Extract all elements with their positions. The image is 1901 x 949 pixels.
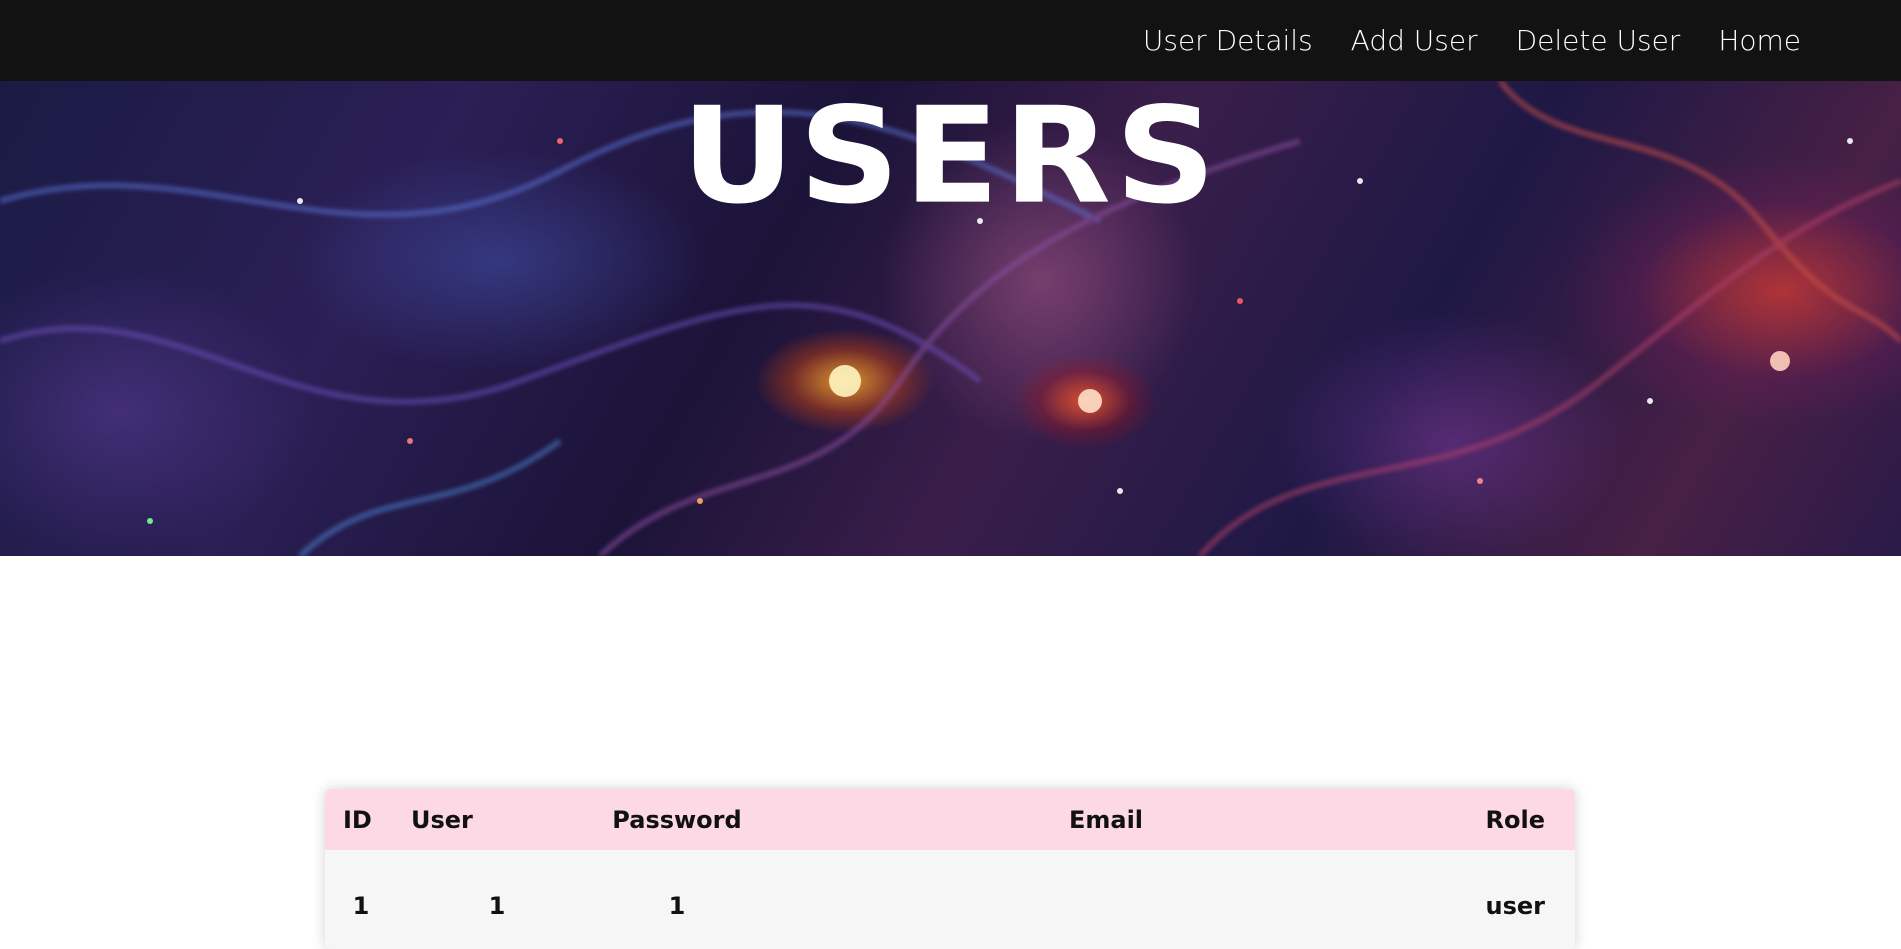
nav-link-home[interactable]: Home <box>1718 24 1801 57</box>
users-table-card: ID User Password Email Role 1 1 1 user <box>325 789 1575 949</box>
nav-link-delete-user[interactable]: Delete User <box>1516 24 1681 57</box>
cell-email <box>757 850 1455 949</box>
column-header-user: User <box>411 805 473 834</box>
page-title: USERS <box>681 81 1220 234</box>
cell-user: 1 <box>488 892 506 920</box>
cell-password: 1 <box>668 892 686 920</box>
nav-link-add-user[interactable]: Add User <box>1351 24 1478 57</box>
cell-id: 1 <box>352 892 370 920</box>
column-header-password: Password <box>612 805 742 834</box>
column-header-id: ID <box>343 805 372 834</box>
hero-banner: USERS <box>0 81 1901 556</box>
column-header-role: Role <box>1485 805 1545 834</box>
users-table: ID User Password Email Role 1 1 1 user <box>325 789 1575 949</box>
top-navbar: User Details Add User Delete User Home <box>0 0 1901 81</box>
nav-links: User Details Add User Delete User Home <box>1143 0 1801 81</box>
table-header-row: ID User Password Email Role <box>325 789 1575 850</box>
cell-role: user <box>1485 892 1545 920</box>
nav-link-user-details[interactable]: User Details <box>1143 24 1313 57</box>
table-row: 1 1 1 user <box>325 850 1575 949</box>
column-header-email: Email <box>1068 805 1144 834</box>
